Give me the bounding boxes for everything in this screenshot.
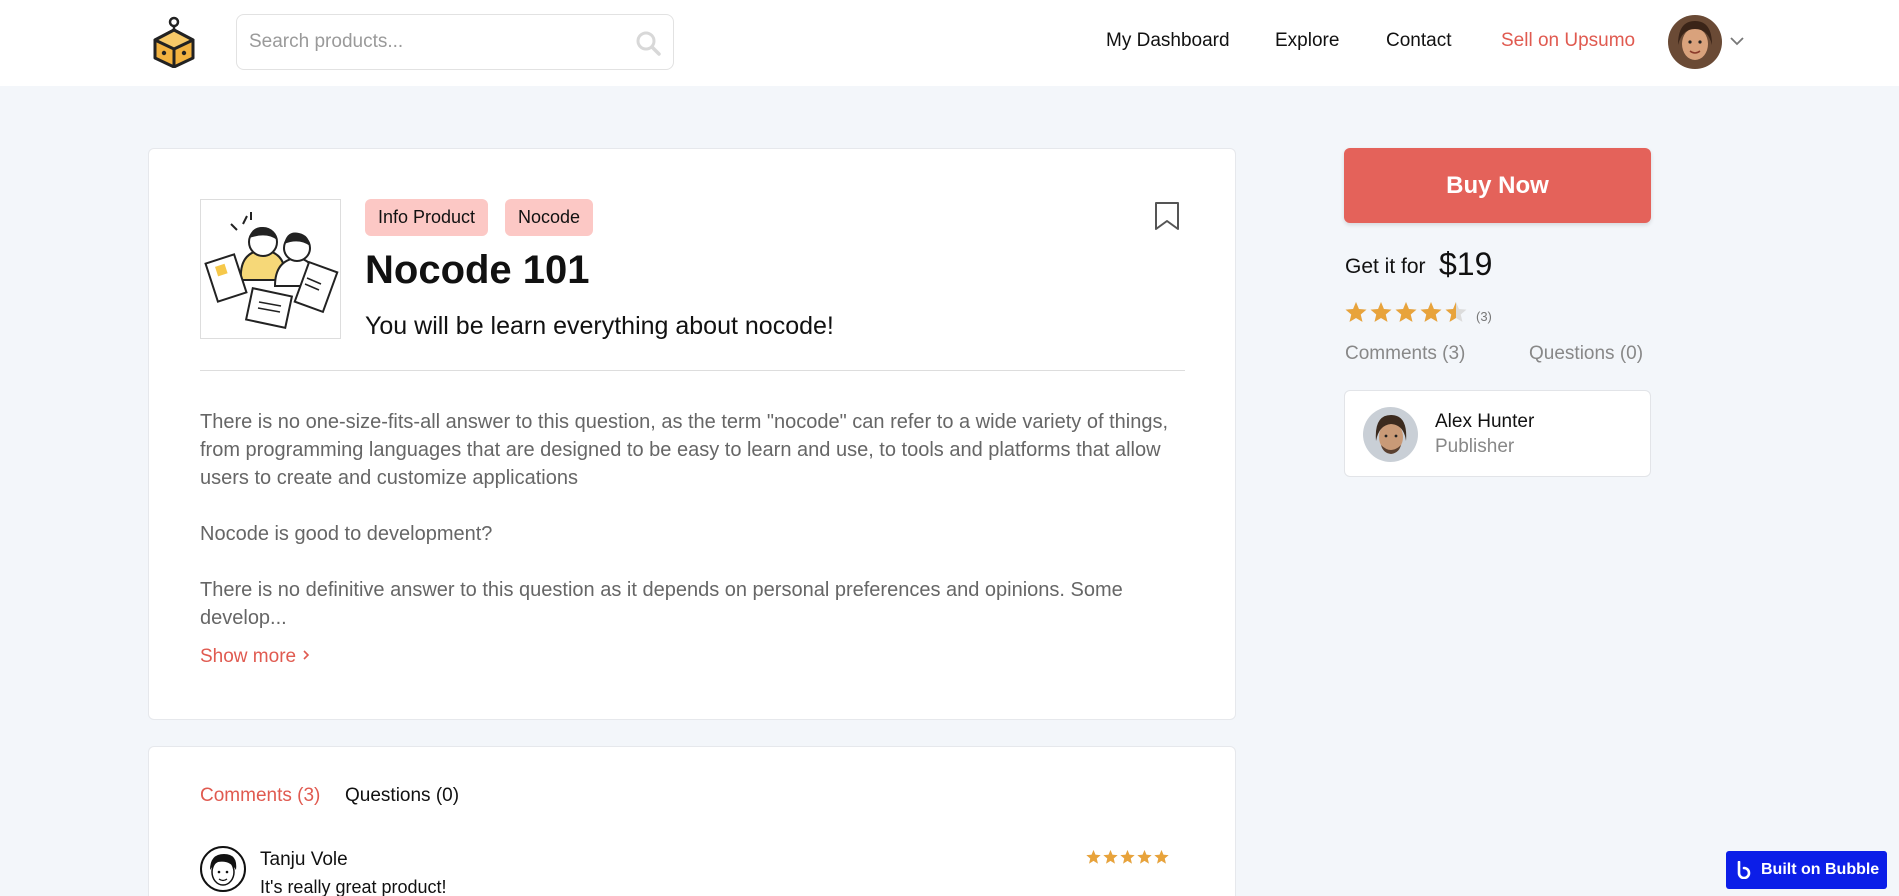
rating-count: (3) <box>1476 309 1492 324</box>
comment-rating-star-1 <box>1086 850 1101 864</box>
tab-comments[interactable]: Comments (3) <box>200 785 320 807</box>
nav-explore[interactable]: Explore <box>1275 30 1339 52</box>
chevron-right-icon <box>301 646 311 667</box>
search-bar <box>236 14 674 70</box>
get-it-for-label: Get it for <box>1345 255 1426 278</box>
sidebar-questions-link[interactable]: Questions (0) <box>1529 343 1643 365</box>
tag-nocode[interactable]: Nocode <box>505 199 594 236</box>
description-paragraph-2: Nocode is good to development? <box>200 523 493 545</box>
comment-rating-star-2 <box>1103 850 1118 864</box>
product-subtitle: You will be learn everything about nocod… <box>365 312 834 340</box>
comment-rating-star-4 <box>1137 850 1152 864</box>
product-title: Nocode 101 <box>365 248 590 292</box>
show-more-link[interactable]: Show more <box>200 646 311 668</box>
commenter-avatar <box>200 846 246 892</box>
sidebar-comments-link[interactable]: Comments (3) <box>1345 343 1465 365</box>
chevron-down-icon[interactable] <box>1728 32 1746 50</box>
comment-rating-star-5 <box>1154 850 1169 864</box>
commenter-name[interactable]: Tanju Vole <box>260 849 348 871</box>
upsumo-logo-icon[interactable] <box>152 16 196 69</box>
comment-rating-stars-icon <box>1086 850 1170 866</box>
tab-questions[interactable]: Questions (0) <box>345 785 459 807</box>
nav-sell-on-upsumo[interactable]: Sell on Upsumo <box>1501 30 1635 52</box>
buy-now-button[interactable]: Buy Now <box>1344 148 1651 223</box>
description-paragraph-3: There is no definitive answer to this qu… <box>200 579 1123 629</box>
publisher-name: Alex Hunter <box>1435 411 1535 432</box>
product-price: $19 <box>1439 246 1493 282</box>
comment-rating-star-3 <box>1120 850 1135 864</box>
nav-my-dashboard[interactable]: My Dashboard <box>1106 30 1230 52</box>
description-paragraph-1: There is no one-size-fits-all answer to … <box>200 411 1168 489</box>
search-input[interactable] <box>249 15 609 69</box>
show-more-label: Show more <box>200 646 297 667</box>
sidebar-rating-star-1 <box>1345 302 1367 322</box>
search-icon[interactable] <box>635 30 661 56</box>
bubble-logo-icon <box>1735 860 1753 880</box>
built-on-bubble-badge[interactable]: Built on Bubble <box>1726 851 1887 889</box>
sidebar-rating-star-4 <box>1420 302 1442 322</box>
user-avatar[interactable] <box>1668 15 1722 69</box>
bookmark-icon[interactable] <box>1154 201 1180 231</box>
divider <box>200 370 1185 371</box>
comment-text: It's really great product! <box>260 877 447 896</box>
tag-info-product[interactable]: Info Product <box>365 199 489 236</box>
bubble-badge-label: Built on Bubble <box>1761 861 1880 878</box>
publisher-avatar <box>1363 407 1418 462</box>
product-image <box>200 199 341 339</box>
sidebar-rating-star-2 <box>1370 302 1392 322</box>
rating-stars-icon <box>1345 302 1467 326</box>
top-header: My Dashboard Explore Contact Sell on Ups… <box>0 0 1899 86</box>
nav-contact[interactable]: Contact <box>1386 30 1451 52</box>
comments-card <box>148 746 1236 896</box>
publisher-role: Publisher <box>1435 436 1515 457</box>
sidebar-rating-star-3 <box>1395 302 1417 322</box>
